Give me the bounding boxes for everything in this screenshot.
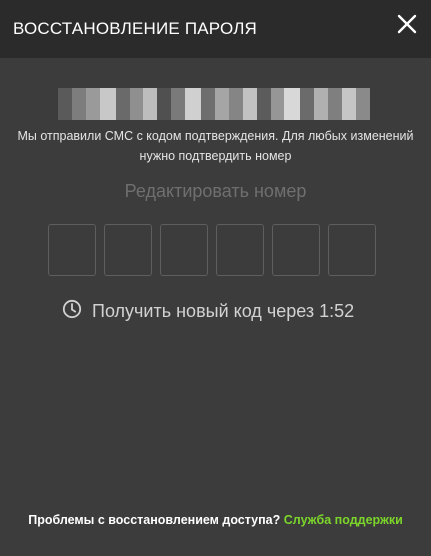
modal-header: ВОССТАНОВЛЕНИЕ ПАРОЛЯ bbox=[0, 0, 431, 58]
code-digit-6[interactable] bbox=[328, 224, 376, 276]
resend-timer-text: Получить новый код через 1:52 bbox=[92, 301, 355, 321]
close-icon[interactable] bbox=[395, 12, 419, 36]
clock-icon bbox=[62, 299, 82, 324]
masked-phone-number bbox=[58, 88, 370, 120]
support-link[interactable]: Служба поддержки bbox=[284, 513, 403, 527]
modal-title: ВОССТАНОВЛЕНИЕ ПАРОЛЯ bbox=[13, 19, 258, 38]
code-digit-3[interactable] bbox=[160, 224, 208, 276]
code-digit-4[interactable] bbox=[216, 224, 264, 276]
support-footer: Проблемы с восстановлением доступа? Служ… bbox=[0, 513, 431, 527]
code-digit-1[interactable] bbox=[48, 224, 96, 276]
code-digit-2[interactable] bbox=[104, 224, 152, 276]
support-question: Проблемы с восстановлением доступа? bbox=[28, 513, 281, 527]
sms-sent-line-1: Мы отправили СМС с кодом подтверждения. … bbox=[17, 129, 414, 143]
code-digit-5[interactable] bbox=[272, 224, 320, 276]
password-recovery-modal: ВОССТАНОВЛЕНИЕ ПАРОЛЯ Мы отправили СМС с… bbox=[0, 0, 431, 556]
edit-number-link[interactable]: Редактировать номер bbox=[0, 181, 431, 202]
resend-timer: Получить новый код через 1:52 bbox=[62, 299, 354, 324]
sms-sent-line-2: нужно подтвердить номер bbox=[139, 149, 292, 163]
sms-sent-message: Мы отправили СМС с кодом подтверждения. … bbox=[0, 126, 431, 166]
code-input-group bbox=[48, 224, 376, 276]
